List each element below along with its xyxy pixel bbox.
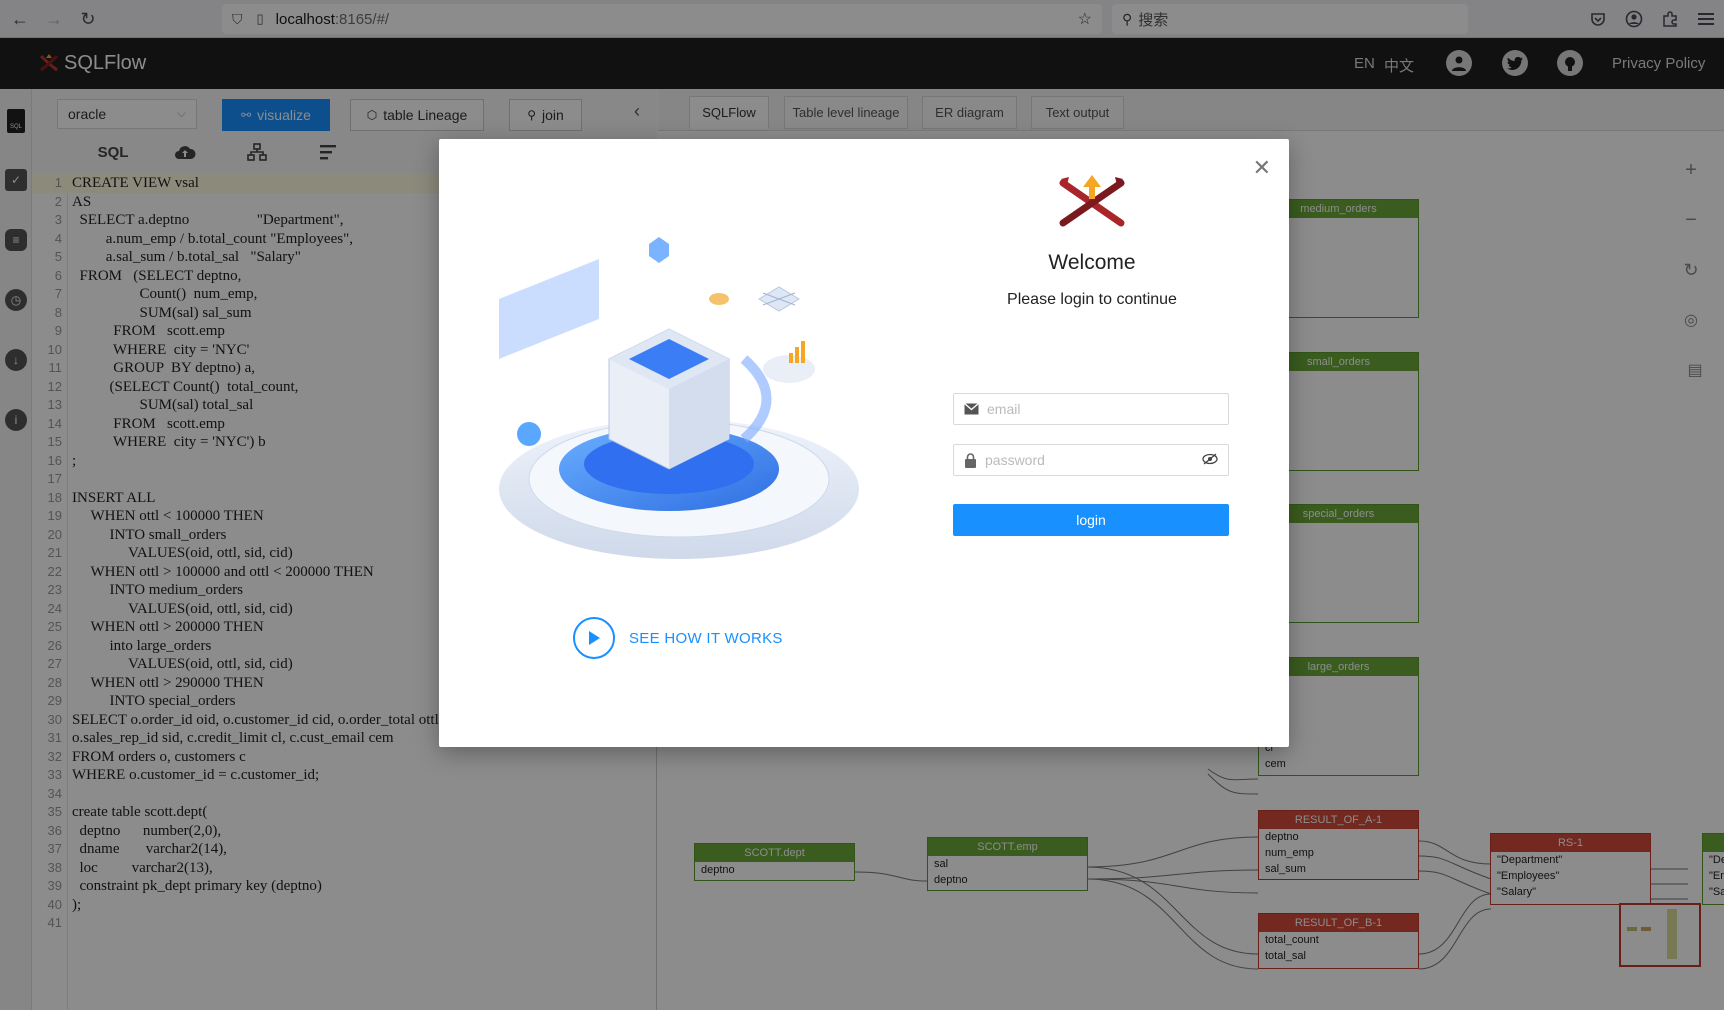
email-input[interactable] bbox=[987, 401, 1187, 417]
play-icon bbox=[573, 617, 615, 659]
welcome-heading: Welcome bbox=[1048, 251, 1136, 274]
password-field[interactable] bbox=[953, 444, 1229, 476]
lock-icon bbox=[965, 452, 976, 468]
close-icon[interactable]: ✕ bbox=[1253, 155, 1271, 181]
login-modal: ✕ SEE HOW IT WORKS Welcome Please login … bbox=[439, 139, 1289, 747]
password-input[interactable] bbox=[985, 452, 1185, 468]
hero-illustration-icon bbox=[499, 237, 859, 559]
eye-invisible-icon[interactable] bbox=[1202, 452, 1218, 469]
brand-logo-icon bbox=[1059, 175, 1125, 227]
see-how-label: SEE HOW IT WORKS bbox=[629, 629, 783, 647]
email-field[interactable] bbox=[953, 393, 1229, 425]
see-how-it-works-link[interactable]: SEE HOW IT WORKS bbox=[573, 617, 783, 659]
login-button[interactable]: login bbox=[953, 504, 1229, 536]
login-subtitle: Please login to continue bbox=[1007, 291, 1177, 308]
envelope-icon bbox=[964, 403, 979, 415]
